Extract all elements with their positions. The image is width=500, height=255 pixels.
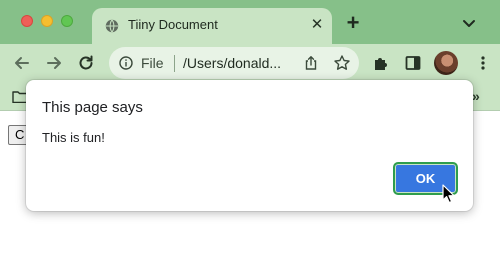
bookmarks-overflow-button[interactable]: » xyxy=(472,88,480,104)
address-bar[interactable]: File /Users/donald... xyxy=(109,47,359,79)
chevron-down-icon[interactable] xyxy=(460,14,478,32)
globe-icon xyxy=(105,19,119,33)
omnibox-divider xyxy=(174,55,175,72)
forward-arrow-icon[interactable] xyxy=(44,53,64,73)
scheme-label: File xyxy=(141,55,164,71)
avatar[interactable] xyxy=(434,51,458,75)
browser-window: Tiiny Document ✕ + File /Users/donald...… xyxy=(0,0,500,255)
kebab-menu-icon[interactable] xyxy=(474,54,492,72)
tab-strip: Tiiny Document ✕ + xyxy=(0,0,500,44)
tab-active[interactable]: Tiiny Document ✕ xyxy=(92,8,332,44)
star-icon[interactable] xyxy=(333,54,351,72)
reload-icon[interactable] xyxy=(76,53,96,73)
minimize-window-button[interactable] xyxy=(41,15,53,27)
sidebar-icon[interactable] xyxy=(404,54,422,72)
puzzle-icon[interactable] xyxy=(372,54,390,72)
share-icon[interactable] xyxy=(303,55,319,71)
close-window-button[interactable] xyxy=(21,15,33,27)
back-arrow-icon[interactable] xyxy=(12,53,32,73)
dialog-message: This is fun! xyxy=(42,130,105,145)
zoom-window-button[interactable] xyxy=(61,15,73,27)
toolbar: File /Users/donald... xyxy=(0,44,500,83)
close-tab-button[interactable]: ✕ xyxy=(308,16,326,34)
tab-title: Tiiny Document xyxy=(128,17,218,32)
alert-dialog: This page says This is fun! OK xyxy=(26,80,473,211)
mouse-cursor-icon xyxy=(442,184,455,204)
info-icon[interactable] xyxy=(119,56,133,70)
url-text[interactable]: /Users/donald... xyxy=(183,55,281,71)
dialog-title: This page says xyxy=(42,99,143,116)
new-tab-button[interactable]: + xyxy=(343,12,363,34)
